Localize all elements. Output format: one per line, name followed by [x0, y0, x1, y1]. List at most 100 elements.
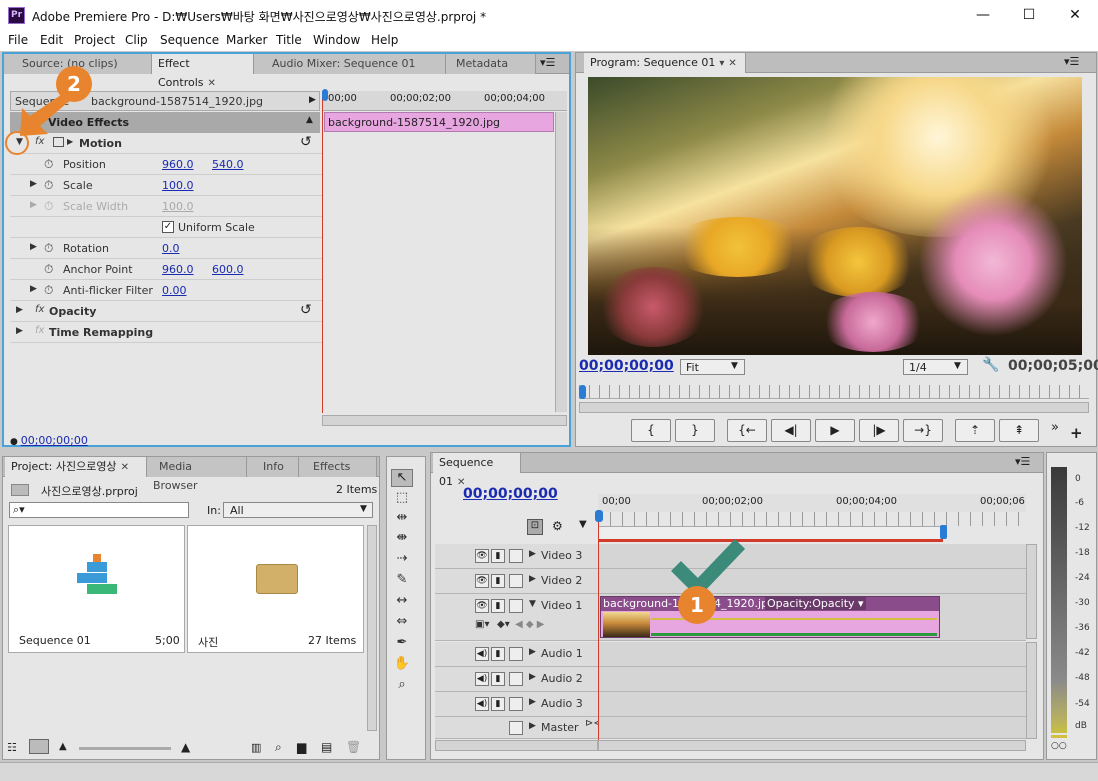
ec-playhead[interactable]	[322, 91, 323, 413]
new-item-icon[interactable]: ▤	[321, 740, 332, 754]
track-audio3[interactable]	[598, 692, 1026, 717]
tab-metadata[interactable]: Metadata	[446, 54, 536, 74]
zoom-in-icon[interactable]: ▲	[181, 740, 190, 754]
lock-icon[interactable]: ▮	[491, 549, 505, 563]
keyframe-icon[interactable]: ◆▾	[497, 619, 510, 630]
expand-icon[interactable]: ▼	[529, 599, 536, 609]
timeline-playhead[interactable]	[598, 510, 599, 740]
ec-horizontal-scrollbar[interactable]	[322, 415, 567, 426]
track-select-tool-icon[interactable]: ⬚	[392, 490, 412, 508]
pen-tool-icon[interactable]: ✒	[392, 635, 412, 653]
time-remap-row[interactable]: ▶ fx Time Remapping	[10, 322, 322, 343]
track-video3[interactable]	[598, 544, 1026, 569]
close-icon[interactable]: ✕	[208, 78, 216, 89]
panel-menu-icon[interactable]: ▾☰	[540, 56, 555, 69]
step-forward-button[interactable]: |▶	[859, 419, 899, 442]
ec-timeline-ruler[interactable]: 00;00 00;00;02;00 00;00;04;00	[322, 91, 567, 111]
opacity-row[interactable]: ▶ fx Opacity ↺	[10, 301, 322, 322]
target-icon[interactable]	[509, 672, 523, 686]
expand-icon[interactable]: ▶	[529, 549, 536, 559]
anchor-x-value[interactable]: 960.0	[162, 263, 194, 276]
track-header-audio2[interactable]: ◀) ▮ ▶ Audio 2	[435, 667, 598, 692]
track-audio2[interactable]	[598, 667, 1026, 692]
panel-menu-icon[interactable]: ▾☰	[1064, 55, 1079, 68]
step-back-button[interactable]: ◀|	[771, 419, 811, 442]
tab-effect-controls[interactable]: Effect Controls ✕	[152, 54, 254, 89]
program-video-frame[interactable]	[588, 77, 1082, 355]
anchor-y-value[interactable]: 600.0	[212, 263, 244, 276]
opacity-dropdown[interactable]: Opacity:Opacity ▾	[765, 597, 866, 610]
work-area-bar[interactable]	[598, 526, 943, 540]
timeline-zoom-scrollbar[interactable]	[435, 740, 598, 751]
minimize-button[interactable]: —	[960, 0, 1006, 31]
automate-icon[interactable]: ▥	[251, 741, 261, 754]
reset-icon[interactable]: ↺	[300, 302, 312, 318]
menu-marker[interactable]: Marker	[226, 33, 267, 47]
expand-icon[interactable]: ▶	[30, 179, 37, 189]
track-header-audio3[interactable]: ◀) ▮ ▶ Audio 3	[435, 692, 598, 717]
tab-program[interactable]: Program: Sequence 01 ▾ ✕	[584, 53, 746, 73]
eye-icon[interactable]: 👁	[475, 599, 489, 613]
timeline-h-scrollbar[interactable]	[598, 740, 1026, 751]
position-y-value[interactable]: 540.0	[212, 158, 244, 171]
expand-arrow-icon[interactable]: ▶	[309, 95, 316, 105]
track-header-video2[interactable]: 👁 ▮ ▶ Video 2	[435, 569, 598, 594]
mark-in-button[interactable]: {	[631, 419, 671, 442]
go-to-in-button[interactable]: {←	[727, 419, 767, 442]
work-area-end-handle[interactable]	[940, 525, 947, 539]
target-icon[interactable]	[509, 599, 523, 613]
speaker-icon[interactable]: ◀)	[475, 672, 489, 686]
rate-stretch-tool-icon[interactable]: ⇢	[392, 551, 412, 569]
zoom-slider[interactable]	[79, 747, 171, 750]
expand-icon[interactable]: ▶	[529, 672, 536, 682]
tab-effects[interactable]: Effects	[299, 457, 377, 477]
audio-scrollbar[interactable]	[1026, 642, 1037, 739]
menu-clip[interactable]: Clip	[125, 33, 148, 47]
menu-sequence[interactable]: Sequence	[160, 33, 219, 47]
solo-icon[interactable]: ○○	[1051, 741, 1067, 751]
target-icon[interactable]	[509, 647, 523, 661]
track-header-video3[interactable]: 👁 ▮ ▶ Video 3	[435, 544, 598, 569]
stopwatch-icon[interactable]: ⏱	[44, 262, 53, 277]
position-x-value[interactable]: 960.0	[162, 158, 194, 171]
target-icon[interactable]	[509, 549, 523, 563]
ec-timecode[interactable]: ● 00;00;00;00	[10, 434, 88, 447]
rotation-value[interactable]: 0.0	[162, 242, 180, 255]
playhead-handle-icon[interactable]	[579, 385, 586, 399]
menu-window[interactable]: Window	[313, 33, 360, 47]
new-bin-icon[interactable]: ▆	[297, 740, 306, 754]
expand-icon[interactable]: ▶	[529, 721, 536, 731]
play-button[interactable]: ▶	[815, 419, 855, 442]
track-audio1[interactable]	[598, 642, 1026, 667]
track-video2[interactable]	[598, 569, 1026, 594]
program-time-ruler[interactable]	[579, 385, 1089, 399]
close-icon[interactable]: ✕	[121, 462, 129, 473]
list-view-icon[interactable]: ☷	[7, 741, 17, 754]
expand-icon[interactable]: ▶	[16, 305, 23, 315]
lock-icon[interactable]: ▮	[491, 599, 505, 613]
track-header-audio1[interactable]: ◀) ▮ ▶ Audio 1	[435, 642, 598, 667]
menu-help[interactable]: Help	[371, 33, 398, 47]
playhead-handle-icon[interactable]	[322, 89, 328, 101]
selection-tool-icon[interactable]: ↖	[391, 469, 413, 487]
bin-item[interactable]: 사진 27 Items	[187, 525, 364, 653]
tab-project[interactable]: Project: 사진으로영상 ✕	[5, 457, 147, 477]
program-zoom-scrollbar[interactable]	[579, 402, 1089, 413]
reset-icon[interactable]: ↺	[300, 134, 312, 150]
lock-icon[interactable]: ▮	[491, 574, 505, 588]
project-scrollbar[interactable]	[367, 525, 377, 731]
mark-out-button[interactable]: }	[675, 419, 715, 442]
speaker-icon[interactable]: ◀)	[475, 697, 489, 711]
fx-icon[interactable]: fx	[35, 304, 44, 315]
expand-icon[interactable]: ▶	[529, 647, 536, 657]
expand-icon[interactable]: ▶	[30, 242, 37, 252]
video-scrollbar[interactable]	[1026, 544, 1037, 639]
tab-sequence[interactable]: Sequence 01 ✕	[433, 453, 521, 488]
panel-menu-icon[interactable]: ▾☰	[1015, 455, 1030, 468]
track-header-master[interactable]: ▶ Master ⊳⊲	[435, 717, 602, 739]
razor-tool-icon[interactable]: ✎	[392, 572, 412, 590]
add-button-icon[interactable]: +	[1070, 424, 1083, 442]
lock-icon[interactable]: ▮	[491, 647, 505, 661]
scale-value[interactable]: 100.0	[162, 179, 194, 192]
bin-item[interactable]: Sequence 01 5;00	[8, 525, 185, 653]
